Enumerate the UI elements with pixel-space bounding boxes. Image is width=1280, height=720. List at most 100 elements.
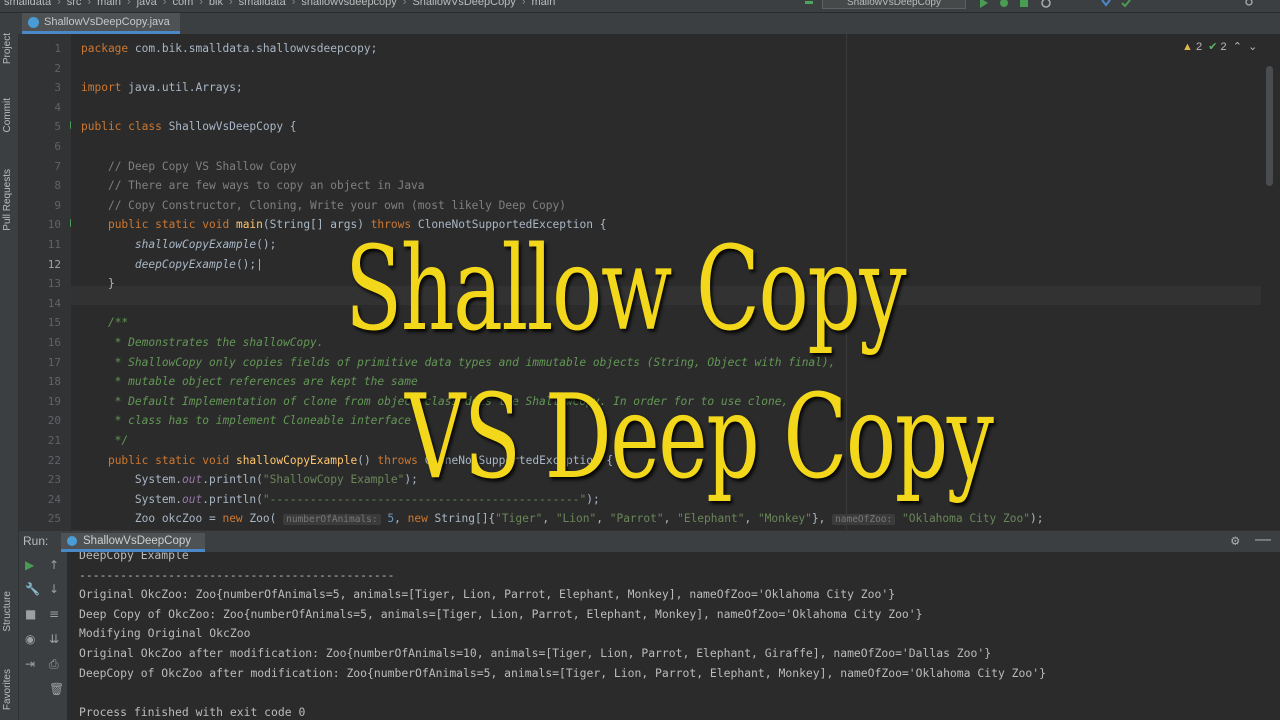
run-tab-shallowvsdeepcopy[interactable]: ShallowVsDeepCopy [61,533,206,552]
line-number: 17 [47,355,61,369]
code-line[interactable]: * Demonstrates the shallowCopy. [81,333,324,353]
chevron-up-icon[interactable]: ⌃ [1233,41,1242,53]
console-line: Original OkcZoo after modification: Zoo{… [79,646,992,660]
breadcrumb-item[interactable]: shallowvsdeepcopy [301,0,396,8]
chevron-down-icon[interactable]: ⌄ [1248,41,1257,53]
run-toolbar: ▶ ↑ 🔧 ↓ ■ ≡ ◉ ⇊ ⇥ ⎙ 🗑 [19,552,67,720]
code-line[interactable]: /** [81,313,128,333]
console-line: Original OkcZoo: Zoo{numberOfAnimals=5, … [79,587,896,602]
line-number: 1 [54,42,61,55]
search-icon[interactable] [1244,0,1256,8]
line-number: 10 [47,218,61,232]
breadcrumb[interactable]: smalldata › src › main › java › com › bik › smalldat… [4,0,555,8]
breadcrumb-item[interactable]: main [531,0,555,8]
vcs-commit-icon[interactable] [1120,0,1132,8]
breadcrumb-item[interactable]: java [137,0,157,8]
line-number: 9 [54,198,61,212]
code-line[interactable]: } [81,274,115,294]
code-line[interactable]: public class ShallowVsDeepCopy { [81,117,297,137]
code-line[interactable]: // Deep Copy VS Shallow Copy [81,157,297,177]
rerun-icon[interactable]: ▶ [25,558,34,572]
console-line: DeepCopy of OkcZoo after modification: Z… [79,665,1046,680]
scroll-to-end-icon[interactable]: ⇊ [49,632,59,646]
line-number: 25 [47,512,61,526]
line-number: 5 [54,120,61,134]
stop-icon[interactable]: ■ [25,607,36,621]
check-icon: ✔ [1208,41,1218,53]
scrollbar-thumb[interactable] [1266,66,1273,186]
warning-icon: ▲ [1182,41,1193,53]
coverage-icon[interactable] [1018,0,1030,8]
wrench-icon[interactable]: 🔧 [25,582,40,596]
debug-icon[interactable] [998,0,1010,8]
run-icon[interactable] [978,0,990,8]
breadcrumb-item[interactable]: smalldata [239,0,286,8]
pull-requests-tool-button[interactable]: Pull Requests [2,169,13,231]
code-line[interactable]: System.out.println("ShallowCopy Example"… [81,470,418,490]
line-number: 12 [47,257,61,271]
code-line[interactable]: * class has to implement Cloneable inter… [81,411,411,431]
overlay-title-line2: VS Deep Copy [405,370,994,505]
line-number: 23 [47,473,61,487]
commit-tool-button[interactable]: Commit [2,98,13,132]
code-line[interactable]: deepCopyExample();| [81,255,263,275]
tab-shallowvsdeepcopy-java[interactable]: ShallowVsDeepCopy.java [22,13,180,34]
favorites-tool-button[interactable]: Favorites [2,669,13,710]
code-line[interactable]: shallowCopyExample(); [81,235,276,255]
code-line[interactable]: import java.util.Arrays; [81,78,243,98]
line-number: 3 [54,81,61,95]
code-line[interactable]: package com.bik.smalldata.shallowvsdeepc… [81,39,377,59]
line-number: 19 [47,394,61,408]
breadcrumb-item[interactable]: smalldata [4,0,51,8]
hammer-icon[interactable] [803,0,815,8]
code-line[interactable]: // Copy Constructor, Cloning, Write your… [81,196,566,216]
breadcrumb-item[interactable]: ShallowVsDeepCopy [412,0,515,8]
console-line: DeepCopy Example [79,552,189,562]
editor-scrollbar[interactable] [1261,34,1280,530]
run-label: Run: [23,534,49,548]
line-number: 24 [47,492,61,506]
breadcrumb-item[interactable]: src [67,0,82,8]
line-number: 6 [54,140,61,153]
overlay-title-line1: Shallow Copy [345,222,907,357]
breadcrumb-separator: › [87,0,92,8]
vcs-update-icon[interactable] [1100,0,1112,8]
inspection-widget[interactable]: ▲ 2 ✔ 2 ⌃ ⌄ [1182,40,1257,53]
gear-icon[interactable]: ⚙ [1231,533,1239,549]
console-line: Process finished with exit code 0 [79,704,306,719]
breadcrumb-separator: › [228,0,233,8]
structure-tool-button[interactable]: Structure [2,591,13,632]
down-arrow-icon[interactable]: ↓ [49,582,59,596]
up-arrow-icon[interactable]: ↑ [49,558,59,572]
run-configuration-select[interactable]: ShallowVsDeepCopy [822,0,966,9]
navigation-bar: smalldata › src › main › java › com › bik › smalldat… [0,0,1280,13]
breadcrumb-separator: › [291,0,296,8]
project-tool-button[interactable]: Project [2,33,13,64]
line-number: 13 [47,277,61,291]
trash-icon[interactable]: 🗑 [49,682,64,696]
code-line[interactable]: * mutable object references are kept the… [81,372,418,392]
code-line[interactable]: // There are few ways to copy an object … [81,176,425,196]
console-output[interactable]: DeepCopy Example ------------------------… [67,552,1280,720]
line-number: 15 [47,316,61,330]
breadcrumb-item[interactable]: bik [209,0,223,8]
line-number: 2 [54,61,61,75]
breadcrumb-item[interactable]: main [97,0,121,8]
code-line[interactable]: */ [81,431,128,451]
breadcrumb-separator: › [402,0,407,8]
breadcrumb-item[interactable]: com [172,0,193,8]
minimize-icon[interactable]: — [1255,531,1271,549]
line-number: 7 [54,159,61,173]
console-line: Deep Copy of OkcZoo: Zoo{numberOfAnimals… [79,606,923,621]
breadcrumb-separator: › [521,0,526,8]
editor-gutter[interactable]: 1 2 3 4 5 6 7 8 9 10 11 12 13 14 15 16 17 18 19 20 21 22 23 24 2… [19,34,77,530]
line-number: 4 [54,100,61,114]
console-line: ----------------------------------------… [79,567,395,582]
profile-icon[interactable] [1040,0,1052,8]
soft-wrap-icon[interactable]: ≡ [49,607,59,621]
code-line[interactable]: Zoo okcZoo = new Zoo( numberOfAnimals: 5… [81,509,1043,530]
run-tool-window-header: Run: ShallowVsDeepCopy ⚙ — [19,530,1280,553]
exit-icon[interactable]: ⇥ [25,657,35,671]
print-icon[interactable]: ⎙ [49,657,59,672]
camera-icon[interactable]: ◉ [25,632,35,646]
